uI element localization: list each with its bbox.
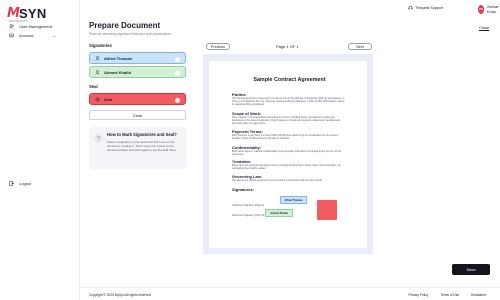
clear-button[interactable]: Clear (89, 110, 186, 120)
logo-mark: M (7, 6, 20, 21)
chevron-down-icon: ⌄ (52, 33, 56, 38)
seal-name: Seal (104, 96, 113, 102)
disclaimer-link[interactable]: Disclaimer (471, 293, 486, 297)
seal-icon (95, 97, 100, 102)
document-page[interactable]: Sample Contract Agreement Parties: This … (209, 61, 367, 248)
close-link[interactable]: Close (479, 25, 489, 30)
howto-heading: How to Mark Signatories and Seal? (107, 132, 177, 137)
sidebar-item-label: User Management (19, 24, 52, 29)
user-menu[interactable]: ZK Zamar Khan ⌄ (478, 4, 500, 14)
signature-line-b: Authorized Signatory (Party B) (232, 214, 265, 217)
document-title: Sample Contract Agreement (253, 77, 326, 83)
previous-button[interactable]: Previous (206, 43, 230, 50)
user-name: Zamar Khan (486, 4, 499, 14)
logout-icon (9, 181, 14, 186)
sidebar: M SYN DOCUMENTS User Management Account … (0, 0, 80, 300)
placed-seal-field[interactable] (317, 200, 337, 220)
privacy-policy-link[interactable]: Privacy Policy (408, 293, 428, 297)
howto-card: ? How to Mark Signatories and Seal? Sele… (89, 127, 186, 169)
request-support-link[interactable]: Request Support (408, 5, 443, 11)
logout-label: Logout (19, 181, 32, 186)
page-indicator: Page 1 OF 1 (276, 44, 299, 49)
footer: Copyright © 2025 MySyn All rights reserv… (80, 287, 500, 300)
user-icon (95, 69, 100, 75)
seal-label: Seal (89, 84, 98, 89)
section-text: Either party may terminate this Agreemen… (232, 165, 341, 171)
placed-field-ahmed-khalid[interactable]: Ahmed Khalid (265, 209, 293, 217)
logo: M SYN (7, 6, 47, 21)
sidebar-item-label: Account (19, 33, 34, 38)
terms-of-use-link[interactable]: Terms of Use (440, 293, 459, 297)
page-subtitle: Place all necessary signature fields and… (89, 32, 172, 36)
select-indicator (175, 70, 180, 76)
sidebar-item-account[interactable]: Account ⌄ (9, 33, 56, 38)
section-heading: Parties: (232, 92, 247, 97)
request-support-label: Request Support (416, 6, 443, 10)
account-icon (9, 33, 14, 38)
next-button[interactable]: Next (348, 43, 372, 50)
save-button[interactable]: Save (452, 264, 490, 275)
signatory-name: Alfred Thomas (104, 55, 133, 61)
section-heading: Scope of Work: (232, 110, 262, 116)
signature-line-a: Authorized Signatory (Party A) (232, 204, 265, 207)
section-heading: Termination: (232, 160, 252, 165)
user-icon (95, 55, 100, 61)
select-indicator (175, 56, 180, 62)
logo-word: SYN (18, 6, 47, 21)
signatories-label: Signatories (89, 43, 112, 48)
section-text: This Agreement shall be governed by and … (232, 180, 323, 183)
section-heading: Governing Law: (232, 174, 263, 180)
users-icon (9, 24, 14, 29)
section-text: Party B agrees to pay Party A a total of… (232, 135, 339, 141)
signatory-ahmed-khalid[interactable]: Ahmed Khalid (89, 66, 186, 78)
sidebar-item-user-management[interactable]: User Management (9, 24, 52, 29)
footer-links: Privacy Policy Terms of Use Disclaimer (408, 293, 486, 297)
section-heading: Signatures: (232, 186, 255, 192)
select-indicator (175, 97, 180, 103)
headset-icon (408, 5, 413, 11)
copyright-text: Copyright © 2025 MySyn All rights reserv… (89, 293, 151, 297)
page-title: Prepare Document (89, 21, 161, 30)
signatory-alfred-thomas[interactable]: Alfred Thomas (89, 52, 186, 64)
section-heading: Payment Terms: (232, 129, 263, 135)
signatory-name: Ahmed Khalid (104, 69, 131, 75)
top-bar: Request Support ZK Zamar Khan ⌄ (80, 0, 500, 20)
placed-field-alfred-thomas[interactable]: Alfred Thomas (280, 196, 307, 204)
howto-text: Select a signatory or the seal and click… (107, 140, 177, 153)
help-icon: ? (94, 134, 103, 143)
section-text: Party A agrees to provide software devel… (232, 116, 341, 126)
logo-subtitle: DOCUMENTS (9, 20, 28, 23)
app-root: M SYN DOCUMENTS User Management Account … (0, 0, 500, 300)
section-text: This Sample Agreement ("Agreement") is e… (232, 98, 345, 107)
seal-item[interactable]: Seal (89, 93, 186, 105)
section-heading: Confidentiality: (232, 144, 262, 150)
avatar: ZK (478, 4, 484, 14)
logout-button[interactable]: Logout (9, 181, 31, 186)
section-text: Both parties agree to maintain confident… (232, 150, 342, 156)
